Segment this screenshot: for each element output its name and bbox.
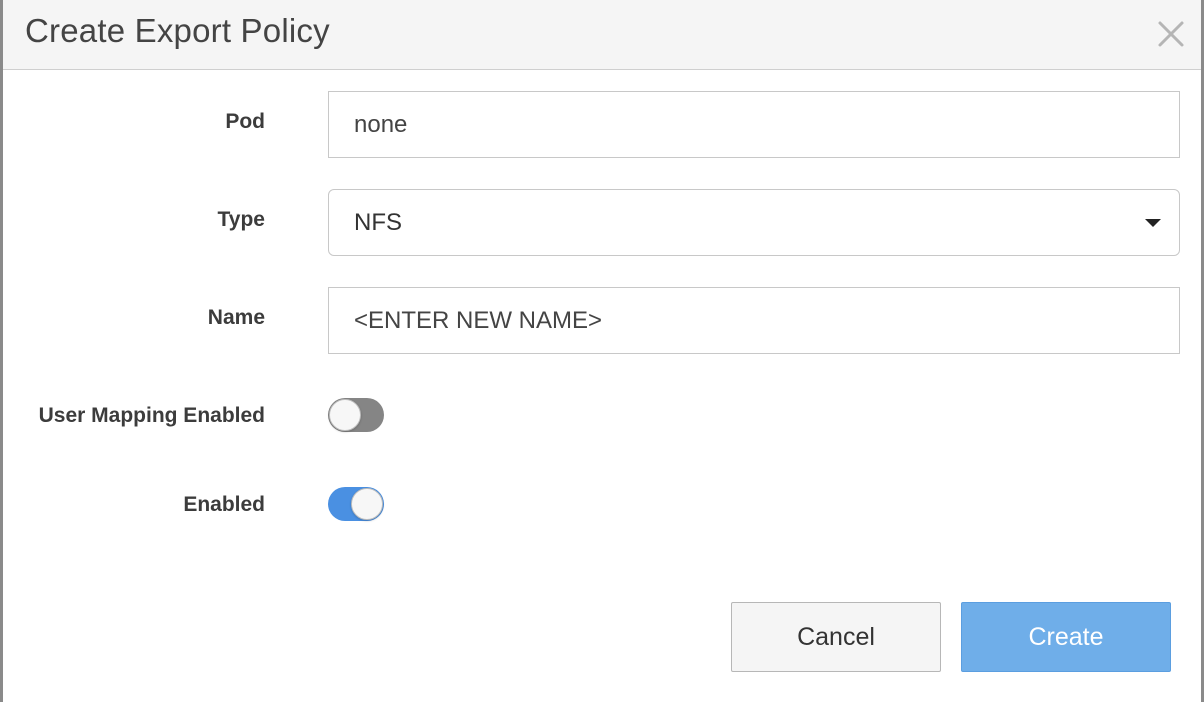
dialog-header: Create Export Policy	[3, 0, 1201, 70]
name-label: Name	[207, 306, 265, 329]
pod-input[interactable]	[328, 91, 1180, 158]
close-icon	[1158, 21, 1184, 47]
close-button[interactable]	[1151, 14, 1191, 54]
type-label: Type	[217, 208, 265, 231]
name-input[interactable]	[328, 287, 1180, 354]
dialog-title: Create Export Policy	[25, 12, 330, 49]
create-button[interactable]: Create	[961, 602, 1171, 672]
enabled-toggle[interactable]	[328, 487, 384, 521]
caret-down-icon	[1145, 219, 1161, 227]
type-select-value: NFS	[354, 209, 402, 236]
user-mapping-toggle[interactable]	[328, 398, 384, 432]
cancel-button[interactable]: Cancel	[731, 602, 941, 672]
toggle-knob	[329, 399, 361, 431]
toggle-knob	[351, 488, 383, 520]
enabled-label: Enabled	[183, 493, 265, 516]
pod-label: Pod	[225, 110, 265, 133]
create-export-policy-dialog: Create Export Policy Pod Type NFS Name U…	[0, 0, 1204, 702]
type-select[interactable]: NFS	[328, 189, 1180, 256]
user-mapping-label: User Mapping Enabled	[38, 404, 265, 427]
